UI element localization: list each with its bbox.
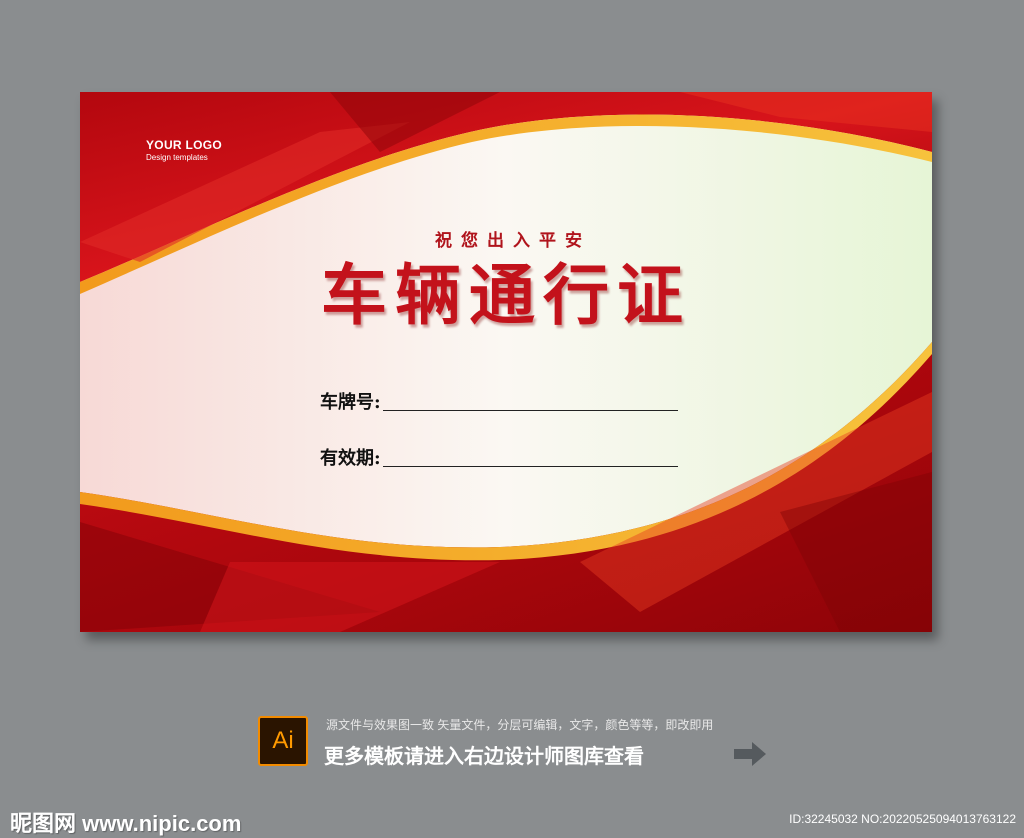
plate-number-label: 车牌号: — [320, 392, 381, 413]
logo-subtitle: Design templates — [146, 153, 208, 162]
validity-label: 有效期: — [320, 448, 381, 469]
logo-title: YOUR LOGO — [146, 138, 223, 152]
arrow-right-icon[interactable] — [732, 740, 768, 768]
image-id: ID:32245032 NO:20220525094013763122 — [789, 812, 1016, 826]
plate-number-line — [382, 393, 678, 411]
pass-title: 车辆通行证 — [321, 256, 691, 334]
vehicle-pass-card: YOUR LOGO Design templates 祝您出入平安 车辆通行证 … — [80, 92, 932, 632]
watermark: 昵图网 www.nipic.com — [10, 811, 242, 836]
logo: YOUR LOGO Design templates — [146, 138, 222, 162]
card-background — [80, 92, 932, 632]
poster-stage: YOUR LOGO Design templates 祝您出入平安 车辆通行证 … — [0, 0, 1024, 838]
file-description: 源文件与效果图一致 矢量文件，分层可编辑，文字，颜色等等，即改即用 — [326, 718, 714, 732]
plate-number-field: 车牌号: — [320, 388, 678, 414]
ai-file-icon: Ai — [258, 716, 308, 766]
validity-field: 有效期: — [320, 444, 678, 470]
more-templates-link[interactable]: 更多模板请进入右边设计师图库查看 — [324, 740, 644, 769]
validity-line — [382, 449, 678, 467]
